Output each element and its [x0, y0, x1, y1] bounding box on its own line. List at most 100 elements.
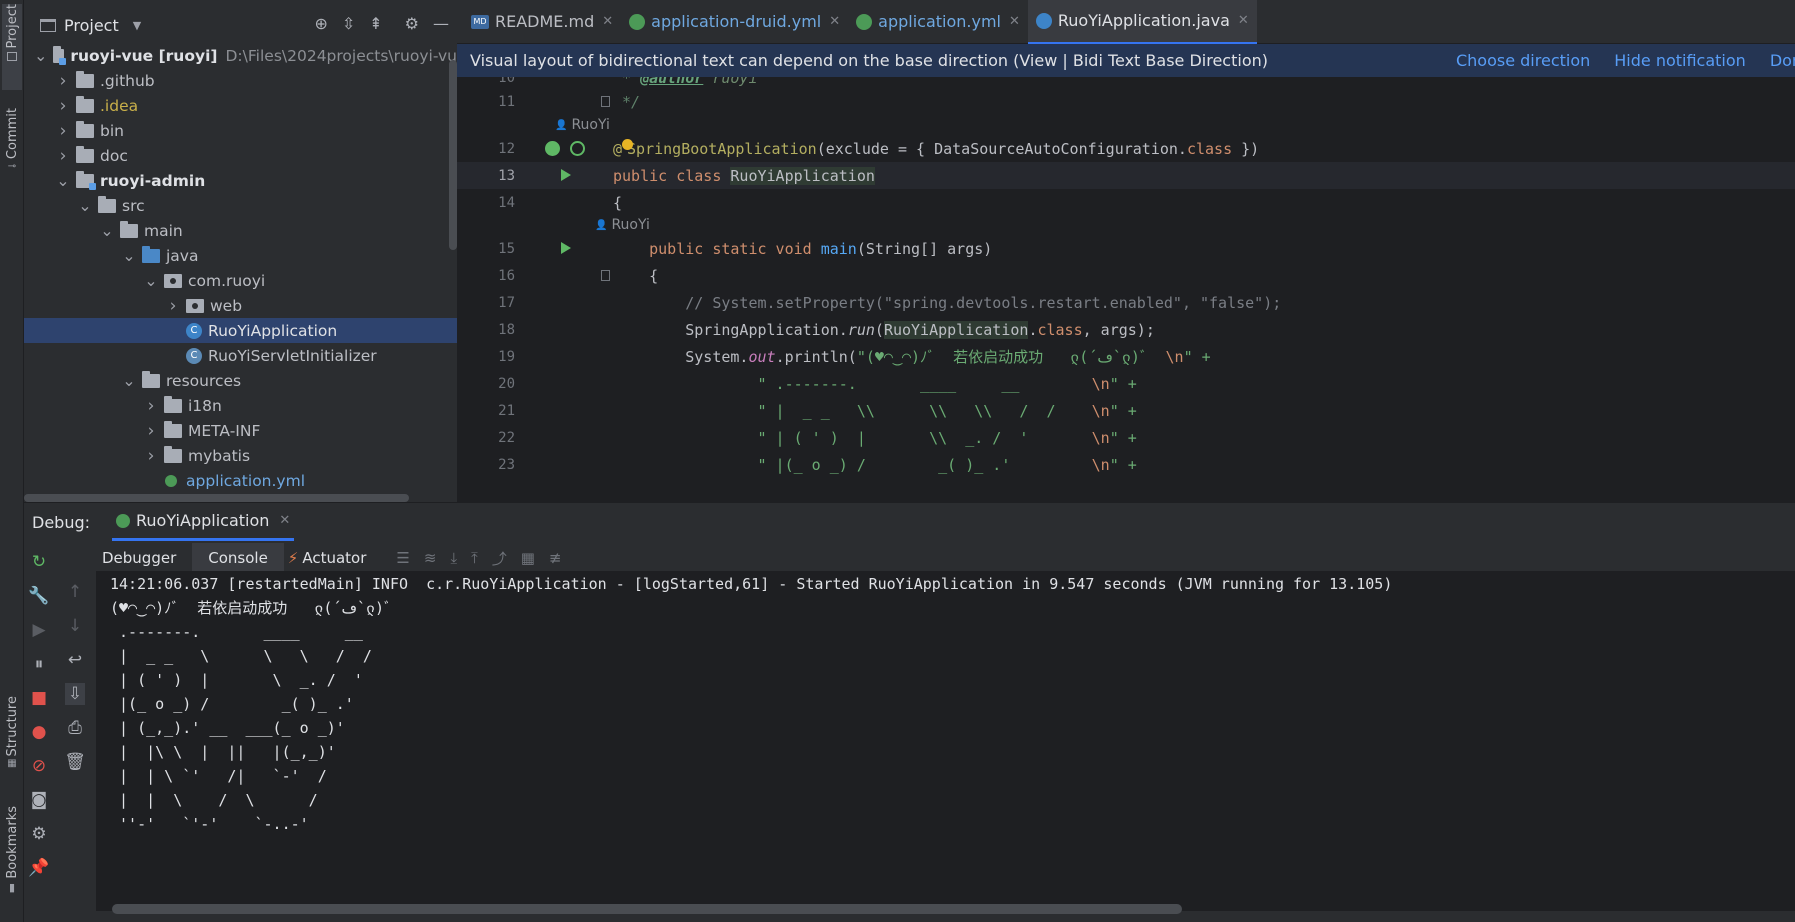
arrow-down-icon[interactable]: ↓ — [68, 615, 82, 637]
close-icon[interactable]: ✕ — [829, 14, 840, 29]
trash-icon[interactable]: 🗑 — [64, 751, 86, 773]
arrow-up-icon[interactable]: ↑ — [68, 581, 82, 603]
tab-application-yml[interactable]: application.yml ✕ — [848, 0, 1028, 44]
tab-readme[interactable]: MD README.md ✕ — [463, 0, 621, 44]
line-number: 23 — [498, 456, 515, 473]
dont-show-again-link[interactable]: Don't s — [1770, 51, 1795, 70]
tree-item[interactable]: ⌄ com.ruoyi — [24, 268, 457, 293]
gear-icon[interactable]: ⚙ — [31, 823, 46, 845]
close-icon[interactable]: ✕ — [1009, 14, 1020, 29]
debug-session-tab[interactable]: RuoYiApplication ✕ — [112, 503, 295, 541]
camera-icon[interactable]: ◙ — [31, 789, 48, 811]
console-output[interactable]: 14:21:06.037 [restartedMain] INFO c.r.Ru… — [96, 571, 1795, 911]
chevron-right-icon[interactable]: › — [56, 121, 70, 141]
tree-item[interactable]: › doc — [24, 143, 457, 168]
chevron-right-icon[interactable]: › — [56, 96, 70, 116]
mute-breakpoints-icon[interactable]: ⊘ — [32, 755, 46, 777]
tree-item[interactable]: › web — [24, 293, 457, 318]
chevron-right-icon[interactable]: › — [56, 146, 70, 166]
tree-horizontal-scrollbar[interactable] — [24, 494, 409, 502]
step-over-icon[interactable]: ⤓ — [450, 549, 457, 567]
hide-notification-link[interactable]: Hide notification — [1614, 51, 1746, 70]
fold-marker-icon[interactable] — [601, 270, 610, 281]
rerun-icon[interactable]: ↻ — [32, 551, 46, 573]
chevron-right-icon[interactable]: › — [144, 396, 158, 416]
chevron-right-icon[interactable]: › — [166, 296, 180, 316]
chevron-down-icon[interactable]: ⌄ — [56, 172, 70, 188]
step-into-icon[interactable]: ⤒ — [471, 549, 478, 567]
run-icon[interactable] — [561, 242, 571, 254]
tree-item[interactable]: ⌄ ruoyi-vue [ruoyi] D:\Files\2024projects\… — [24, 43, 457, 68]
spring-bean-icon[interactable] — [545, 141, 560, 156]
show-execution-point-icon[interactable]: ≋ — [424, 549, 437, 567]
tree-item[interactable]: › .github — [24, 68, 457, 93]
chevron-down-icon[interactable]: ⌄ — [78, 197, 92, 213]
structure-tool-tab[interactable]: Structure ▦ — [2, 696, 22, 782]
code-editor[interactable]: 10 * @author ruoyi 11 */ 👤 RuoYi 12 @ Spr… — [457, 77, 1795, 502]
tree-item[interactable]: ⌄ ruoyi-admin — [24, 168, 457, 193]
tree-item[interactable]: application.yml — [24, 468, 457, 493]
fold-marker-icon[interactable] — [601, 96, 610, 107]
chevron-down-icon[interactable]: ⌄ — [34, 47, 47, 63]
choose-direction-link[interactable]: Choose direction — [1456, 51, 1590, 70]
menu-icon[interactable]: ☰ — [396, 549, 409, 567]
minimize-icon[interactable]: — — [433, 14, 449, 33]
tree-item[interactable]: C RuoYiApplication — [24, 318, 457, 343]
view-breakpoints-icon[interactable]: ● — [32, 721, 47, 743]
tab-application-druid-yml[interactable]: application-druid.yml ✕ — [621, 0, 848, 44]
chevron-down-icon[interactable]: ⌄ — [144, 272, 158, 288]
project-tool-tab[interactable]: Project — [2, 4, 22, 90]
pause-icon[interactable]: ⏸ — [35, 653, 44, 675]
code-line: 21 " | _ _ \\ \\ \\ / / \n" + — [457, 397, 1795, 424]
tree-item[interactable]: ⌄ main — [24, 218, 457, 243]
gear-icon[interactable]: ⚙ — [405, 14, 419, 33]
stop-icon[interactable]: ■ — [31, 687, 47, 709]
step-out-icon[interactable]: ⤴ — [492, 548, 507, 569]
pin-icon[interactable]: 📌 — [28, 857, 49, 879]
chevron-down-icon[interactable]: ⌄ — [122, 247, 136, 263]
collapse-all-icon[interactable]: ⇞ — [369, 14, 382, 33]
tree-item[interactable]: › mybatis — [24, 443, 457, 468]
tab-ruoyi-application-java[interactable]: RuoYiApplication.java ✕ — [1027, 0, 1257, 44]
chevron-down-icon[interactable]: ▼ — [133, 19, 141, 32]
chevron-right-icon[interactable]: › — [56, 71, 70, 91]
commit-tool-tab[interactable]: Commit ⊸ — [2, 108, 22, 184]
wrench-icon[interactable]: 🔧 — [28, 585, 49, 607]
tree-vertical-scrollbar[interactable] — [449, 60, 457, 250]
console-horizontal-scrollbar[interactable] — [112, 904, 1182, 914]
bookmarks-tool-tab[interactable]: Bookmarks ▮ — [2, 806, 22, 902]
tree-item[interactable]: C RuoYiServletInitializer — [24, 343, 457, 368]
spring-config-icon[interactable] — [570, 141, 585, 156]
tab-actuator[interactable]: Actuator — [298, 543, 382, 573]
tree-item[interactable]: › bin — [24, 118, 457, 143]
chevron-down-icon[interactable]: ⌄ — [100, 222, 114, 238]
scroll-to-end-icon[interactable]: ⇩ — [64, 683, 86, 705]
project-tree[interactable]: ⌄ ruoyi-vue [ruoyi] D:\Files\2024projects\… — [24, 43, 457, 493]
tab-console[interactable]: Console — [192, 543, 284, 573]
tree-item[interactable]: › .idea — [24, 93, 457, 118]
resume-icon[interactable]: ▶ — [32, 619, 45, 641]
expand-all-icon[interactable]: ⇳ — [342, 14, 355, 33]
soft-wrap-icon[interactable]: ↩ — [68, 649, 82, 671]
trace-icon[interactable]: ≢ — [549, 549, 562, 567]
chevron-down-icon[interactable]: ⌄ — [122, 372, 136, 388]
author-inlay-hint[interactable]: 👤 RuoYi — [595, 213, 650, 237]
tree-item[interactable]: ⌄ java — [24, 243, 457, 268]
tree-item[interactable]: › i18n — [24, 393, 457, 418]
project-panel-title[interactable]: Project — [64, 16, 119, 35]
chevron-right-icon[interactable]: › — [144, 421, 158, 441]
print-icon[interactable]: ⎙ — [68, 717, 82, 739]
evaluate-icon[interactable]: ▦ — [521, 549, 535, 567]
run-icon[interactable] — [561, 169, 571, 181]
tree-item[interactable]: ⌄ resources — [24, 368, 457, 393]
close-icon[interactable]: ✕ — [602, 14, 613, 29]
crosshair-icon[interactable]: ⊕ — [314, 14, 327, 33]
tab-debugger[interactable]: Debugger — [86, 543, 192, 573]
tree-item[interactable]: ⌄ src — [24, 193, 457, 218]
tree-item[interactable]: › META-INF — [24, 418, 457, 443]
close-icon[interactable]: ✕ — [1238, 13, 1249, 28]
author-inlay-hint[interactable]: 👤 RuoYi — [555, 113, 610, 137]
lightbulb-icon[interactable] — [622, 138, 634, 150]
close-icon[interactable]: ✕ — [279, 513, 290, 528]
chevron-right-icon[interactable]: › — [144, 446, 158, 466]
